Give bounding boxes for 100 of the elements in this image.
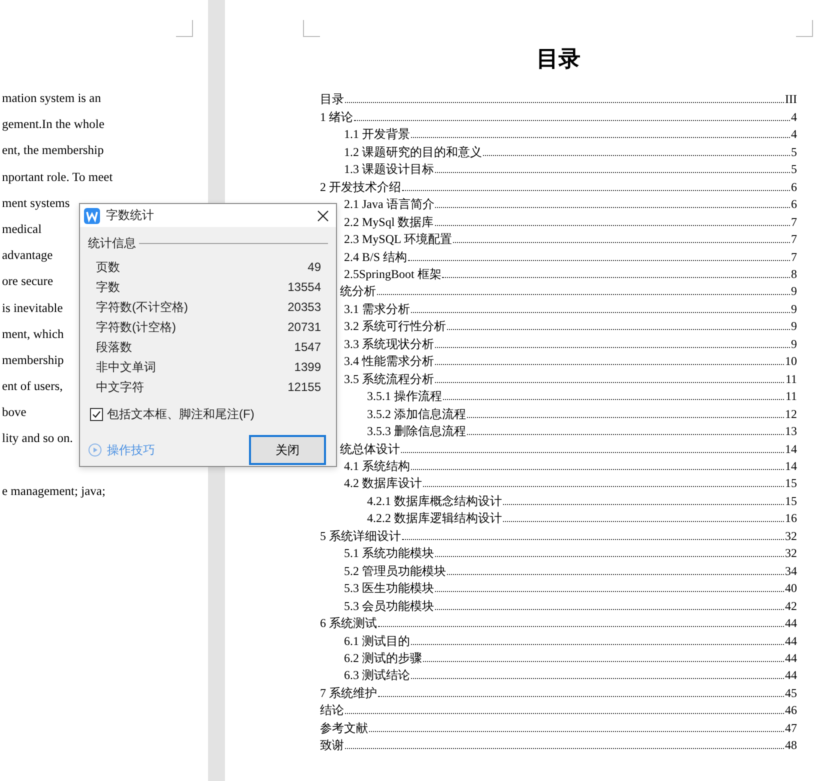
toc-entry[interactable]: 5.2 管理员功能模块 34 [320,561,797,579]
toc-entry[interactable]: 4.2 数据库设计 15 [320,474,797,492]
body-text-line: ment, which [2,326,64,343]
toc-page-number: 45 [785,686,797,701]
toc-entry[interactable]: 2.5SpringBoot 框架 8 [320,264,797,282]
toc-entry[interactable]: 参考文献 47 [320,718,797,736]
body-text-line: mation system is an [2,90,101,107]
toc-page-number: 32 [785,528,797,544]
body-text-line: ment systems [2,194,70,212]
body-text-line: lity and so on. [2,430,73,448]
toc-entry-title: 7 系统维护 [320,686,377,701]
toc-page-number: 47 [785,720,797,736]
toc-entry[interactable]: 3.1 需求分析 9 [320,299,797,317]
toc-page-number: 7 [791,232,797,248]
toc-page-number: 34 [785,564,797,579]
toc-page-number: 13 [785,424,797,440]
toc-page-number: 9 [791,319,797,334]
stat-value: 20353 [288,300,321,314]
toc-entry[interactable]: 7 系统维护 45 [320,683,797,701]
toc-entry-title: 2.5SpringBoot 框架 [344,266,442,282]
toc-entry[interactable]: 3.4 性能需求分析 10 [320,352,797,370]
toc-entry[interactable]: 6.1 测试目的 44 [320,631,797,648]
toc-entry[interactable]: 4.2.1 数据库概念结构设计 15 [320,491,797,509]
toc-entry-title: 6.3 测试结论 [344,668,410,684]
toc-entry-title: 4.1 系统结构 [344,458,410,474]
stat-label: 字符数(计空格) [96,318,176,336]
stat-value: 49 [308,260,321,274]
toc-page-number: 48 [785,738,797,754]
toc-entry-title: 4.2.2 数据库逻辑结构设计 [367,511,502,526]
toc-entry[interactable]: 结论 46 [320,700,797,718]
toc-heading: 目录 [536,45,580,73]
toc-entry[interactable]: 1.2 课题研究的目的和意义 5 [320,142,797,160]
toc-entry[interactable]: 1 绪论 4 [320,107,797,125]
toc-page-number: 44 [785,634,797,648]
toc-entry[interactable]: 1.1 开发背景 4 [320,124,797,142]
close-dialog-button[interactable]: 关闭 [249,435,326,465]
body-text-line: e management; java; [2,482,106,500]
toc-entry-title: 3.1 需求分析 [344,302,410,317]
toc-entry[interactable]: 2.4 B/S 结构 7 [320,247,797,265]
body-text-line: medical [2,220,42,238]
toc-entry-title: 1.2 课题研究的目的和意义 [344,144,482,160]
toc-entry-title: 统总体设计 [340,442,400,457]
toc-entry-title: 致谢 [320,738,344,754]
toc-entry[interactable]: 5.3 会员功能模块 42 [320,596,797,614]
toc-entry[interactable]: 目录 III [320,90,797,108]
toc-page-number: 44 [785,616,797,632]
stat-label: 字数 [96,278,120,296]
toc-entry-title: 2 开发技术介绍 [320,180,401,195]
toc-entry[interactable]: 3.2 系统可行性分析 9 [320,316,797,334]
body-text-line: is inevitable [2,300,63,316]
toc-entry[interactable]: 3.5 系统流程分析 11 [320,369,797,387]
toc-entry-title: 参考文献 [320,720,368,736]
toc-entry-title: 3.4 性能需求分析 [344,354,434,370]
play-icon [88,443,102,457]
stat-label: 段落数 [96,338,132,356]
dialog-title: 字数统计 [106,207,155,224]
toc-entry[interactable]: 致谢 48 [320,736,797,754]
toc-entry-title: 3.3 系统现状分析 [344,336,434,352]
toc-page-number: 11 [785,389,797,404]
toc-page-number: 9 [791,336,797,352]
toc-entry[interactable]: 4.2.2 数据库逻辑结构设计 16 [320,508,797,526]
toc-page-number: 6 [791,197,797,212]
stat-label: 页数 [96,258,120,276]
toc-page-number: 44 [785,650,797,666]
toc-entry[interactable]: 6 系统测试 44 [320,614,797,632]
toc-entry-title: 6.1 测试目的 [344,634,410,648]
toc-page-number: 15 [785,494,797,509]
toc-entry[interactable]: 3.5.1 操作流程 11 [320,386,797,404]
toc-entry[interactable]: 5.3 医生功能模块 40 [320,578,797,596]
toc-entry-title: 5.3 医生功能模块 [344,581,434,596]
toc-page-number: 4 [791,127,797,142]
body-text-line: ent, the membership [2,142,104,160]
app-logo-icon [84,208,100,224]
toc-entry-title: 3.5.2 添加信息流程 [367,406,466,422]
toc-entry-title: 4.2.1 数据库概念结构设计 [367,494,502,509]
toc-entry[interactable]: 5 系统详细设计 32 [320,526,797,544]
toc-entry[interactable]: 2.3 MySQL 环境配置 7 [320,230,797,248]
toc-page-number: 12 [785,406,797,422]
corner-mark [796,20,813,37]
toc-entry[interactable]: 2.2 MySql 数据库 7 [320,212,797,230]
toc-entry[interactable]: 6.2 测试的步骤 44 [320,648,797,666]
stat-value: 13554 [288,280,321,294]
toc-page-number: 14 [785,442,797,457]
body-text-line: ent of users, [2,378,63,396]
toc-entry[interactable]: 2 开发技术介绍 6 [320,177,797,195]
stat-label: 中文字符 [96,378,144,396]
toc-entry[interactable]: 1.3 课题设计目标 5 [320,160,797,178]
toc-page-number: 42 [785,598,797,614]
stat-value: 12155 [288,380,321,394]
toc-entry[interactable]: 6.3 测试结论 44 [320,666,797,684]
toc-entry-title: 4.2 数据库设计 [344,476,422,492]
body-text-line: bove [2,404,26,422]
toc-entry[interactable]: 2.1 Java 语言简介 6 [320,194,797,212]
toc-entry[interactable]: 统分析 9 [320,282,797,300]
toc-entry[interactable]: 5.1 系统功能模块 32 [320,544,797,562]
toc-page-number: 10 [785,354,797,370]
toc-page-number: 9 [791,284,797,300]
toc-entry[interactable]: 3.3 系统现状分析 9 [320,334,797,352]
toc-entry-title: 1.3 课题设计目标 [344,162,434,178]
toc-entry-title: 1.1 开发背景 [344,127,410,142]
